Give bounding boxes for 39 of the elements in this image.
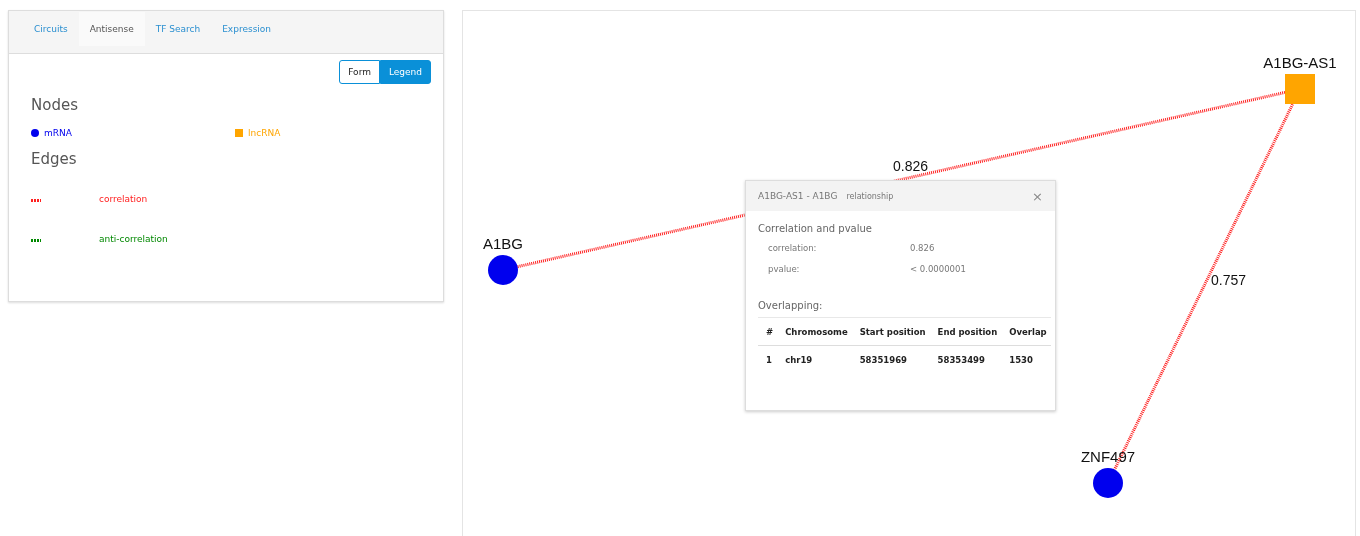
legend-label: correlation <box>99 194 148 204</box>
node-label: ZNF497 <box>1080 448 1136 465</box>
tab[interactable]: Circuits <box>23 12 79 46</box>
section-heading: Nodes <box>31 96 78 114</box>
table-cell: chr19 <box>777 345 852 373</box>
column-header: # <box>758 317 778 346</box>
node-label: A1BG <box>483 235 523 252</box>
column-header: Start position <box>851 317 930 346</box>
close-button[interactable]: × <box>1032 188 1043 204</box>
node[interactable] <box>1093 468 1123 498</box>
tab[interactable]: TF Search <box>144 12 212 46</box>
legend-label: anti-correlation <box>99 234 168 244</box>
section-heading: Correlation and pvalue <box>758 223 872 234</box>
tab[interactable]: Expression <box>211 12 283 46</box>
column-header: End position <box>929 317 1002 346</box>
popup-subtitle: relationship <box>846 191 894 201</box>
section-heading: Edges <box>31 150 77 168</box>
node-label: A1BG-AS1 <box>1263 54 1337 71</box>
edge-label: 0.757 <box>1211 272 1247 288</box>
legend-label: mRNA <box>44 128 72 138</box>
table-cell: 1 <box>758 345 778 373</box>
stat-value: 0.826 <box>910 243 936 253</box>
table-cell: 58351969 <box>851 345 930 373</box>
table-cell: 1530 <box>1001 345 1051 373</box>
node[interactable] <box>1285 74 1315 104</box>
column-header: Chromosome <box>777 317 852 346</box>
column-header: Overlap <box>1001 317 1051 346</box>
stat-label: correlation: <box>768 243 818 253</box>
stat-label: pvalue: <box>768 264 801 274</box>
node[interactable] <box>488 255 518 285</box>
toggle-button[interactable]: Legend <box>379 60 431 84</box>
section-heading: Overlapping: <box>758 300 823 311</box>
tab[interactable]: Antisense <box>78 12 145 46</box>
stat-value: < 0.0000001 <box>910 264 967 274</box>
popup-title: A1BG-AS1 - A1BG <box>758 191 838 201</box>
table-cell: 58353499 <box>929 345 1002 373</box>
toggle-button[interactable]: Form <box>339 60 380 84</box>
edge-label: 0.826 <box>893 158 929 174</box>
legend-label: lncRNA <box>248 128 281 138</box>
